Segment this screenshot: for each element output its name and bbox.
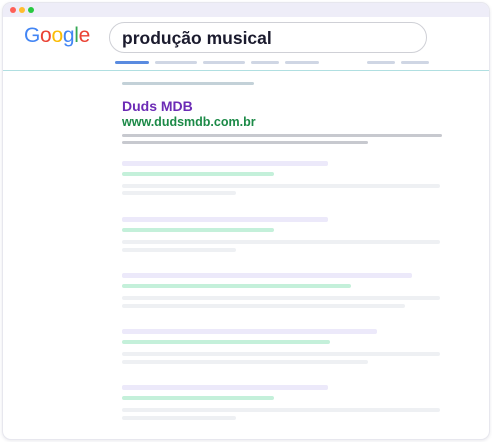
placeholder-result-line: [122, 240, 440, 244]
tab-placeholder[interactable]: [401, 61, 429, 64]
search-input[interactable]: [122, 26, 417, 50]
logo-letter: G: [24, 24, 41, 47]
placeholder-result-line: [122, 248, 236, 252]
placeholder-result-line: [122, 408, 440, 412]
placeholder-result-line: [122, 191, 236, 195]
placeholder-result-url: [122, 228, 274, 232]
result-snippet-line: [122, 134, 442, 137]
maximize-button[interactable]: [28, 7, 34, 13]
tab-placeholder[interactable]: [367, 61, 395, 64]
header-divider: [3, 70, 489, 71]
placeholder-result-line: [122, 360, 368, 364]
placeholder-result-line: [122, 184, 440, 188]
logo-letter: o: [40, 24, 52, 47]
placeholder-result-title: [122, 217, 328, 222]
logo-letter: e: [78, 24, 91, 47]
placeholder-result-title: [122, 329, 377, 334]
tab-placeholder[interactable]: [251, 61, 279, 64]
tab-all[interactable]: [115, 61, 149, 64]
placeholder-result-url: [122, 284, 351, 288]
result-title-link[interactable]: Duds MDB: [122, 98, 193, 114]
placeholder-result-url: [122, 396, 274, 400]
tab-placeholder[interactable]: [285, 61, 319, 64]
placeholder-result-title: [122, 161, 328, 166]
placeholder-result-title: [122, 273, 412, 278]
close-button[interactable]: [10, 7, 16, 13]
tab-placeholder[interactable]: [155, 61, 197, 64]
tab-placeholder[interactable]: [203, 61, 245, 64]
search-box[interactable]: [109, 22, 427, 53]
placeholder-result-line: [122, 304, 405, 308]
placeholder-result-title: [122, 385, 328, 390]
placeholder-result-line: [122, 352, 440, 356]
google-logo[interactable]: Google: [24, 25, 90, 46]
placeholder-result-url: [122, 172, 274, 176]
result-stats-placeholder: [122, 82, 254, 85]
placeholder-result-url: [122, 340, 330, 344]
title-bar: [3, 3, 489, 17]
logo-letter: o: [51, 24, 63, 47]
browser-window: Google Duds MDB www.dudsmdb.com.br: [2, 2, 490, 440]
result-snippet-line: [122, 141, 368, 144]
minimize-button[interactable]: [19, 7, 25, 13]
placeholder-result-line: [122, 416, 236, 420]
placeholder-result-line: [122, 296, 440, 300]
logo-letter: g: [62, 24, 75, 47]
result-url[interactable]: www.dudsmdb.com.br: [122, 114, 256, 130]
